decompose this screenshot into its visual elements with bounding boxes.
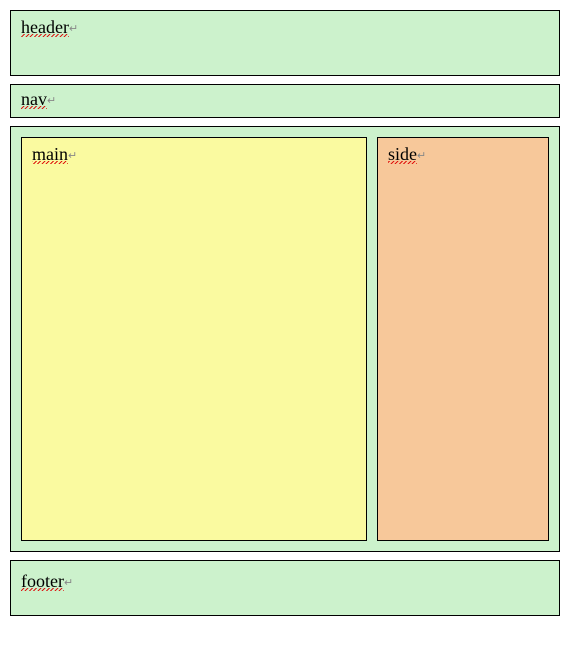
header-region: header↵ [10,10,560,76]
footer-region: footer↵ [10,560,560,616]
return-mark: ↵ [69,23,78,35]
side-label: side [388,144,417,165]
header-label: header [21,17,69,38]
return-mark: ↵ [64,577,73,589]
main-label: main [32,144,68,165]
nav-region: nav↵ [10,84,560,118]
nav-label: nav [21,89,47,110]
return-mark: ↵ [417,150,426,162]
return-mark: ↵ [68,150,77,162]
side-region: side↵ [377,137,549,541]
main-region: main↵ [21,137,367,541]
content-region: main↵ side↵ [10,126,560,552]
return-mark: ↵ [47,95,56,107]
footer-label: footer [21,571,64,592]
